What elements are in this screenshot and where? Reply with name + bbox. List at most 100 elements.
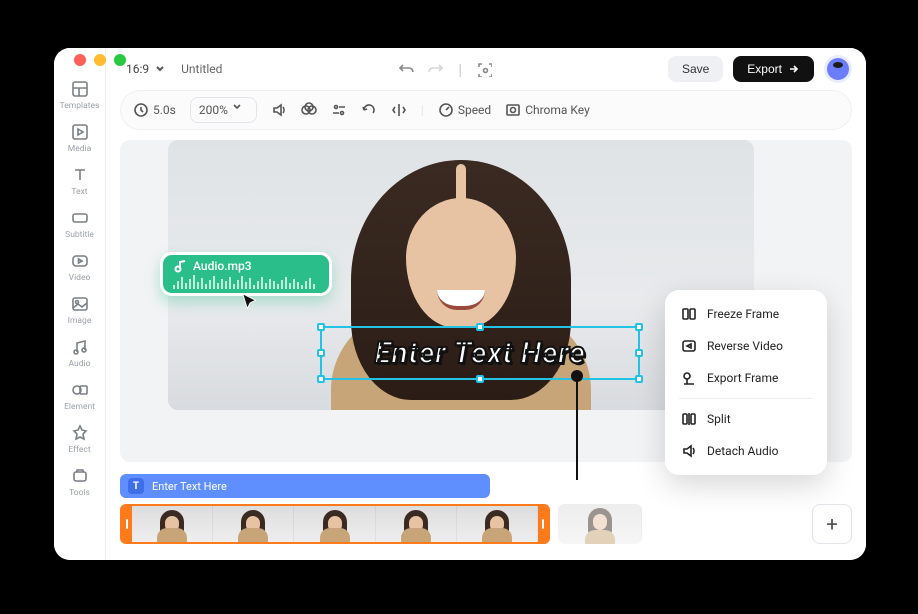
history-tools: |	[398, 60, 492, 79]
sidebar-label: Media	[68, 144, 91, 154]
undo-icon[interactable]	[398, 61, 414, 77]
aspect-ratio-value: 16:9	[126, 62, 149, 76]
redo-icon[interactable]	[428, 61, 444, 77]
music-note-icon	[173, 259, 187, 273]
top-bar: 16:9 Untitled | Save Export	[106, 48, 866, 90]
window-traffic-lights	[74, 54, 126, 66]
sidebar-item-audio[interactable]: Audio	[58, 332, 102, 373]
video-track: +	[120, 504, 852, 544]
zoom-value: 200%	[199, 103, 228, 117]
video-icon	[71, 252, 89, 270]
ctx-reverse-video[interactable]: Reverse Video	[671, 330, 821, 362]
filter-icon[interactable]	[331, 102, 347, 118]
canvas-text-content: Enter Text Here	[375, 336, 586, 371]
text-track-icon: T	[128, 478, 144, 494]
separator: |	[421, 103, 424, 117]
chevron-down-icon	[155, 64, 165, 74]
video-clip[interactable]	[120, 504, 550, 544]
sidebar-label: Subtitle	[65, 230, 94, 240]
resize-handle[interactable]	[476, 323, 484, 331]
sidebar-item-image[interactable]: Image	[58, 289, 102, 330]
audio-filename: Audio.mp3	[193, 259, 252, 273]
sidebar-item-subtitle[interactable]: Subtitle	[58, 203, 102, 244]
rotate-icon[interactable]	[361, 102, 377, 118]
export-button[interactable]: Export	[733, 56, 814, 82]
sidebar-item-element[interactable]: Element	[58, 375, 102, 416]
chroma-key-button[interactable]: Chroma Key	[505, 102, 590, 118]
ctx-export-frame[interactable]: Export Frame	[671, 362, 821, 394]
resize-handle[interactable]	[476, 375, 484, 383]
resize-handle[interactable]	[635, 349, 643, 357]
chroma-icon	[505, 102, 521, 118]
sidebar-item-text[interactable]: Text	[58, 160, 102, 201]
tools-icon	[71, 467, 89, 485]
image-icon	[71, 295, 89, 313]
text-icon	[71, 166, 89, 184]
arrow-right-icon	[788, 63, 800, 75]
main-area: 16:9 Untitled | Save Export	[106, 48, 866, 560]
minimize-window-dot[interactable]	[94, 54, 106, 66]
add-clip-button[interactable]: +	[812, 504, 852, 544]
resize-handle[interactable]	[317, 349, 325, 357]
sidebar-item-effect[interactable]: Effect	[58, 418, 102, 459]
context-menu: Freeze Frame Reverse Video Export Frame …	[665, 290, 827, 475]
element-icon	[71, 381, 89, 399]
sidebar-label: Image	[68, 316, 92, 326]
speed-button[interactable]: Speed	[438, 102, 491, 118]
audio-waveform	[173, 275, 319, 289]
resize-handle[interactable]	[635, 323, 643, 331]
top-right-tools: Save Export	[668, 55, 852, 83]
sidebar-item-tools[interactable]: Tools	[58, 461, 102, 502]
separator: |	[458, 60, 462, 79]
sidebar-label: Video	[69, 273, 91, 283]
export-label: Export	[747, 62, 782, 76]
clip-left-handle[interactable]	[122, 506, 132, 542]
resize-handle[interactable]	[635, 375, 643, 383]
ctx-split[interactable]: Split	[671, 403, 821, 435]
color-icon[interactable]	[301, 102, 317, 118]
subtitle-icon	[71, 209, 89, 227]
resize-handle[interactable]	[317, 375, 325, 383]
audio-clip-chip[interactable]: Audio.mp3	[160, 252, 332, 296]
project-title[interactable]: Untitled	[181, 62, 222, 76]
save-button[interactable]: Save	[668, 56, 723, 82]
ctx-label: Reverse Video	[707, 339, 783, 353]
sidebar-item-video[interactable]: Video	[58, 246, 102, 287]
volume-icon[interactable]	[271, 102, 287, 118]
ctx-detach-audio[interactable]: Detach Audio	[671, 435, 821, 467]
ctx-label: Export Frame	[707, 371, 778, 385]
detach-audio-icon	[681, 443, 697, 459]
flip-icon[interactable]	[391, 102, 407, 118]
sidebar-label: Effect	[68, 445, 90, 455]
ctx-freeze-frame[interactable]: Freeze Frame	[671, 298, 821, 330]
sidebar-item-templates[interactable]: Templates	[58, 74, 102, 115]
chevron-down-icon	[232, 102, 248, 118]
templates-icon	[71, 80, 89, 98]
chroma-label: Chroma Key	[525, 103, 590, 117]
speed-label: Speed	[458, 103, 491, 117]
canvas-area: Audio.mp3 Enter Text Here	[120, 140, 852, 462]
text-track-clip[interactable]: T Enter Text Here	[120, 474, 490, 498]
ctx-label: Detach Audio	[707, 444, 778, 458]
aspect-ratio-select[interactable]: 16:9	[120, 58, 171, 80]
export-frame-icon	[681, 370, 697, 386]
duration-indicator[interactable]: 5.0s	[133, 102, 176, 118]
sidebar-item-media[interactable]: Media	[58, 117, 102, 158]
clip-right-handle[interactable]	[538, 506, 548, 542]
clip-thumbnails	[132, 506, 538, 542]
ctx-separator	[679, 398, 813, 399]
resize-handle[interactable]	[317, 323, 325, 331]
zoom-select[interactable]: 200%	[190, 97, 257, 123]
focus-icon[interactable]	[476, 61, 492, 77]
user-avatar[interactable]	[824, 55, 852, 83]
text-element-selection[interactable]: Enter Text Here	[320, 326, 640, 380]
sidebar-label: Templates	[60, 101, 100, 111]
maximize-window-dot[interactable]	[114, 54, 126, 66]
ctx-label: Split	[707, 412, 731, 426]
sidebar-label: Audio	[69, 359, 91, 369]
clock-icon	[133, 102, 149, 118]
timeline-playhead[interactable]	[576, 378, 578, 480]
left-sidebar: Templates Media Text Subtitle Video Imag…	[54, 48, 106, 560]
close-window-dot[interactable]	[74, 54, 86, 66]
sidebar-label: Text	[71, 187, 87, 197]
